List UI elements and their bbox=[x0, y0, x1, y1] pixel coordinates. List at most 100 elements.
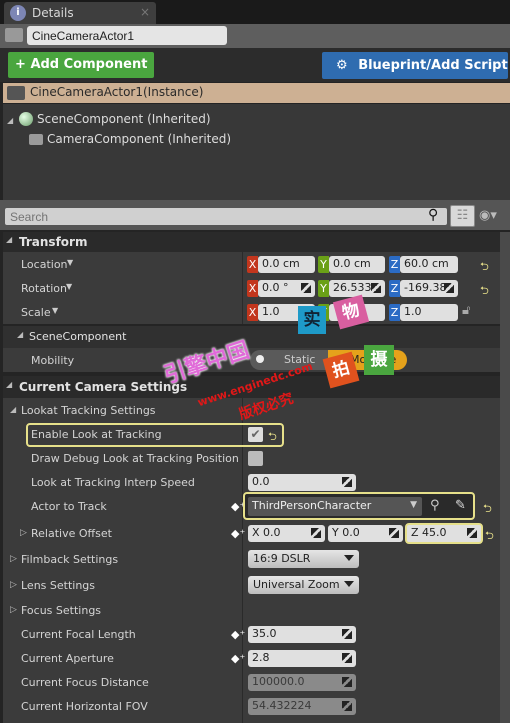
spin-icon bbox=[467, 528, 477, 538]
actor-to-track-dropdown[interactable]: ThirdPersonCharacter ▼ bbox=[248, 497, 422, 516]
filmback-dropdown[interactable]: 16:9 DSLR bbox=[248, 550, 359, 568]
axis-z-label: Z bbox=[389, 304, 400, 321]
rotation-z-field[interactable]: -169.38 bbox=[400, 280, 458, 297]
search-input[interactable] bbox=[5, 208, 447, 225]
chevron-down-icon[interactable]: ▼ bbox=[66, 282, 72, 291]
focus-settings-label[interactable]: Focus Settings bbox=[21, 604, 101, 617]
location-y-field[interactable]: 0.0 cm bbox=[329, 256, 385, 273]
close-icon[interactable]: × bbox=[140, 5, 150, 19]
instance-row[interactable]: CineCameraActor1(Instance) bbox=[3, 83, 510, 103]
interp-speed-field[interactable]: 0.0 bbox=[248, 474, 356, 491]
reset-to-default-icon[interactable]: ⮌ bbox=[485, 527, 494, 546]
browse-search-icon[interactable]: ⚲ bbox=[430, 498, 440, 513]
axis-x-label: X bbox=[252, 526, 260, 539]
axis-y-label: Y bbox=[318, 280, 329, 297]
location-label[interactable]: Location bbox=[21, 258, 68, 271]
chevron-down-icon[interactable]: ▼ bbox=[52, 306, 58, 315]
relative-offset-label[interactable]: Relative Offset bbox=[31, 527, 112, 540]
grid-icon: ☷ bbox=[456, 208, 469, 223]
rotation-x-field[interactable]: 0.0 ° bbox=[258, 280, 315, 297]
rotation-label[interactable]: Rotation bbox=[21, 282, 67, 295]
checkmark-icon: ✔ bbox=[250, 427, 261, 441]
reset-to-default-icon[interactable]: ⮌ bbox=[268, 428, 277, 447]
offset-y-value: 0.0 bbox=[342, 526, 360, 539]
spin-icon bbox=[342, 677, 352, 687]
focal-length-label: Current Focal Length bbox=[21, 628, 136, 641]
spin-icon bbox=[301, 283, 311, 293]
category-scene-component[interactable]: ◢ SceneComponent bbox=[3, 326, 500, 348]
instance-label: CineCameraActor1(Instance) bbox=[30, 85, 204, 99]
axis-x-label: X bbox=[247, 304, 258, 321]
lens-dropdown[interactable]: Universal Zoom bbox=[248, 576, 359, 594]
reset-to-default-icon[interactable]: ⮌ bbox=[483, 500, 492, 519]
info-icon: i bbox=[10, 5, 26, 21]
rotation-y-field[interactable]: 26.533 bbox=[329, 280, 385, 297]
search-icon[interactable]: ⚲ bbox=[428, 207, 438, 223]
chevron-down-icon bbox=[344, 555, 354, 561]
add-key-icon[interactable]: ◆⁺ bbox=[231, 527, 245, 540]
axis-x-label: X bbox=[247, 280, 258, 297]
eyedropper-icon[interactable]: ✎ bbox=[455, 498, 466, 513]
category-transform[interactable]: ◢ Transform bbox=[3, 232, 500, 252]
focus-distance-value: 100000.0 bbox=[252, 675, 305, 688]
axis-z-label: Z bbox=[389, 256, 400, 273]
filmback-label[interactable]: Filmback Settings bbox=[21, 553, 118, 566]
focal-length-value: 35.0 bbox=[252, 627, 277, 640]
plus-icon: + bbox=[15, 57, 26, 72]
spin-icon bbox=[342, 629, 352, 639]
property-matrix-button[interactable]: ☷ bbox=[450, 205, 475, 227]
aperture-field[interactable]: 2.8 bbox=[248, 650, 356, 667]
location-z-field[interactable]: 60.0 cm bbox=[400, 256, 458, 273]
horizontal-fov-field: 54.432224 bbox=[248, 698, 356, 715]
expand-arrow-icon[interactable]: ▷ bbox=[10, 605, 17, 615]
actor-name-input[interactable] bbox=[27, 26, 227, 45]
chevron-down-icon[interactable]: ▼ bbox=[67, 258, 73, 267]
spin-icon bbox=[342, 477, 352, 487]
scale-z-field[interactable]: 1.0 bbox=[400, 304, 458, 321]
offset-y-field[interactable]: Y 0.0 bbox=[328, 525, 403, 542]
blueprint-add-script-button[interactable]: ⚙ Blueprint/Add Script bbox=[322, 52, 508, 79]
eye-icon[interactable]: ◉▾ bbox=[479, 208, 497, 223]
location-x-field[interactable]: 0.0 cm bbox=[258, 256, 315, 273]
add-component-button[interactable]: + Add Component ▼ bbox=[8, 52, 154, 97]
add-key-icon[interactable]: ◆⁺ bbox=[231, 628, 245, 641]
aperture-label: Current Aperture bbox=[21, 652, 114, 665]
reset-to-default-icon[interactable]: ⮌ bbox=[480, 258, 489, 277]
chevron-down-icon: ▼ bbox=[410, 500, 417, 510]
category-title: Current Camera Settings bbox=[19, 380, 188, 394]
scrollbar[interactable] bbox=[500, 232, 510, 723]
tree-item-label: CameraComponent (Inherited) bbox=[47, 132, 232, 146]
enable-look-checkbox[interactable]: ✔ bbox=[248, 427, 263, 442]
expand-arrow-icon[interactable]: ▷ bbox=[10, 580, 17, 590]
rotation-z-value: -169.38 bbox=[404, 281, 447, 294]
focus-distance-field: 100000.0 bbox=[248, 674, 356, 691]
spin-icon bbox=[389, 528, 399, 538]
expand-arrow-icon[interactable]: ▷ bbox=[10, 554, 17, 564]
offset-x-value: 0.0 bbox=[263, 526, 281, 539]
tree-item-scene-component[interactable]: ◢ SceneComponent (Inherited) bbox=[7, 112, 211, 126]
lens-value: Universal Zoom bbox=[253, 578, 340, 591]
reset-to-default-icon[interactable]: ⮌ bbox=[480, 282, 489, 301]
lock-icon[interactable]: 🔓︎ bbox=[462, 303, 470, 318]
spin-icon bbox=[444, 283, 454, 293]
actor-to-track-value: ThirdPersonCharacter bbox=[252, 499, 372, 512]
tab-details[interactable]: i Details × bbox=[4, 2, 156, 24]
toolbar: + Add Component ▼ ⚙ Blueprint/Add Script bbox=[0, 48, 510, 97]
offset-z-field[interactable]: Z 45.0 bbox=[405, 523, 483, 544]
expand-arrow-icon[interactable]: ▷ bbox=[20, 528, 27, 538]
filmback-value: 16:9 DSLR bbox=[253, 552, 311, 565]
add-key-icon[interactable]: ◆⁺ bbox=[231, 652, 245, 665]
spin-icon bbox=[311, 528, 321, 538]
focal-length-field[interactable]: 35.0 bbox=[248, 626, 356, 643]
horizontal-fov-value: 54.432224 bbox=[252, 699, 312, 712]
column-divider bbox=[242, 252, 243, 324]
expand-triangle-icon[interactable]: ◢ bbox=[10, 405, 16, 414]
scale-label[interactable]: Scale bbox=[21, 306, 51, 319]
offset-x-field[interactable]: X 0.0 bbox=[248, 525, 325, 542]
tab-label: Details bbox=[32, 6, 74, 20]
lookat-settings-label[interactable]: Lookat Tracking Settings bbox=[21, 404, 156, 417]
chevron-down-icon bbox=[344, 581, 354, 587]
draw-debug-checkbox[interactable] bbox=[248, 451, 263, 466]
lens-label[interactable]: Lens Settings bbox=[21, 579, 95, 592]
axis-x-label: X bbox=[247, 256, 258, 273]
